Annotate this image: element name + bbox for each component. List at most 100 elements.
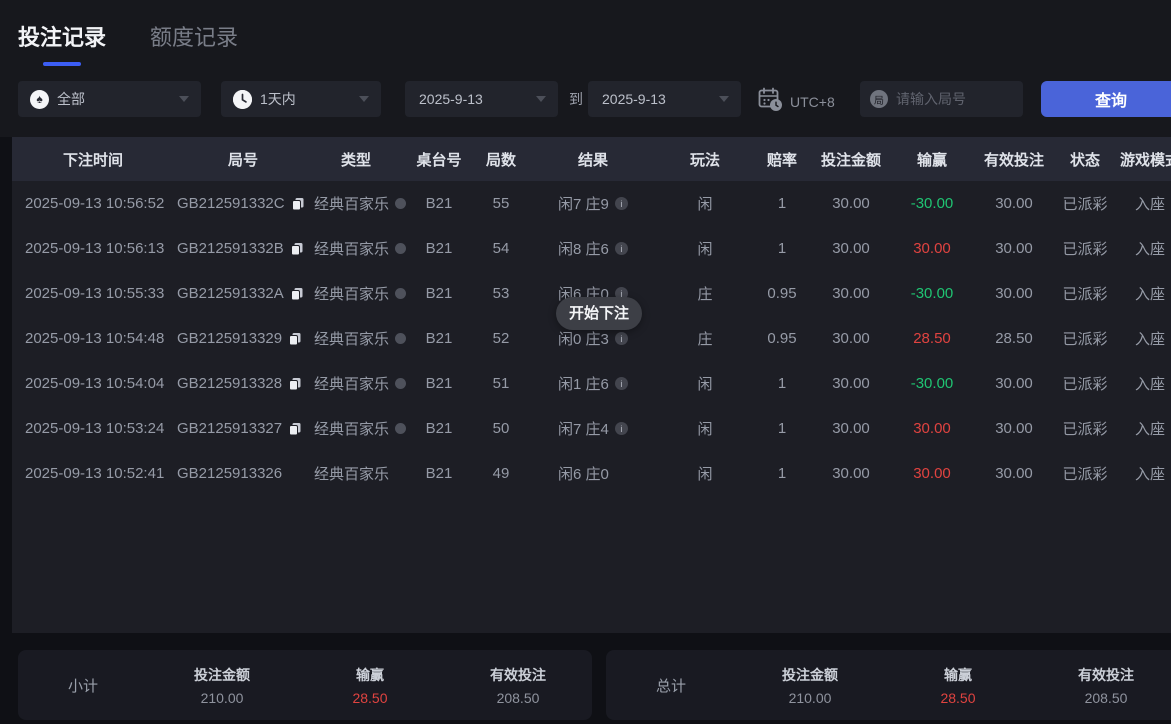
stat-title: 有效投注 bbox=[444, 665, 592, 685]
game-type-text: 经典百家乐 bbox=[314, 328, 389, 349]
summary-stat: 输赢28.50 bbox=[884, 665, 1032, 706]
round-id-cell: GB2125913327 bbox=[174, 406, 312, 451]
copy-icon[interactable] bbox=[290, 287, 304, 301]
odds-cell: 1 bbox=[748, 361, 816, 406]
summary-label: 总计 bbox=[606, 675, 736, 696]
chevron-down-icon bbox=[179, 96, 189, 102]
win-loss-cell: 28.50 bbox=[886, 316, 978, 361]
info-icon[interactable]: i bbox=[615, 197, 628, 210]
win-loss-value: 30.00 bbox=[913, 240, 951, 257]
bet-amount-cell: 30.00 bbox=[816, 361, 886, 406]
play-cell: 闲 bbox=[662, 406, 748, 451]
bet-time-cell: 2025-09-13 10:53:24 bbox=[12, 406, 174, 451]
copy-icon[interactable] bbox=[290, 242, 304, 256]
game-type-select[interactable]: ♠ 全部 bbox=[18, 81, 201, 117]
bet-time-cell: 2025-09-13 10:52:41 bbox=[12, 451, 174, 496]
game-type-cell: 经典百家乐 bbox=[312, 226, 400, 271]
round-id-text: GB2125913326 bbox=[177, 465, 282, 482]
table-header-row: 下注时间局号类型桌台号局数结果玩法赔率投注金额输赢有效投注状态游戏模式 bbox=[12, 137, 1171, 181]
result-text: 闲0 庄3 bbox=[558, 328, 609, 349]
table-no-cell: B21 bbox=[400, 361, 478, 406]
info-icon[interactable]: i bbox=[615, 422, 628, 435]
game-type-text: 经典百家乐 bbox=[314, 283, 389, 304]
chevron-down-icon bbox=[719, 96, 729, 102]
bet-time-cell: 2025-09-13 10:55:33 bbox=[12, 271, 174, 316]
date-from-picker[interactable]: 2025-9-13 bbox=[405, 81, 558, 117]
win-loss-cell: -30.00 bbox=[886, 181, 978, 226]
status-cell: 已派彩 bbox=[1050, 226, 1120, 271]
column-header: 投注金额 bbox=[816, 137, 886, 181]
result-text: 闲6 庄0 bbox=[558, 463, 609, 484]
search-button[interactable]: 查询 bbox=[1041, 81, 1171, 117]
result-cell: 闲1 庄6 i bbox=[524, 361, 662, 406]
odds-cell: 0.95 bbox=[748, 271, 816, 316]
summary-stat: 有效投注208.50 bbox=[1032, 665, 1171, 706]
win-loss-value: 28.50 bbox=[913, 330, 951, 347]
win-loss-value: -30.00 bbox=[911, 375, 954, 392]
result-text: 闲7 庄9 bbox=[558, 193, 609, 214]
column-header: 局号 bbox=[174, 137, 312, 181]
table-no-cell: B21 bbox=[400, 451, 478, 496]
round-no-cell: 49 bbox=[478, 451, 524, 496]
tab-betting-records[interactable]: 投注记录 bbox=[18, 20, 106, 62]
status-cell: 已派彩 bbox=[1050, 361, 1120, 406]
round-no-cell: 50 bbox=[478, 406, 524, 451]
column-header: 桌台号 bbox=[400, 137, 478, 181]
win-loss-value: -30.00 bbox=[911, 195, 954, 212]
round-id-cell: GB212591332C bbox=[174, 181, 312, 226]
time-range-select[interactable]: 1天内 bbox=[221, 81, 381, 117]
copy-icon[interactable] bbox=[288, 332, 302, 346]
round-number-input[interactable] bbox=[896, 91, 1011, 107]
info-icon[interactable]: i bbox=[615, 332, 628, 345]
clock-icon bbox=[233, 90, 252, 109]
table-body: 2025-09-13 10:56:52GB212591332C经典百家乐B215… bbox=[12, 181, 1171, 496]
game-mode-cell: 入座 bbox=[1120, 181, 1171, 226]
date-to-picker[interactable]: 2025-9-13 bbox=[588, 81, 741, 117]
play-cell: 闲 bbox=[662, 361, 748, 406]
play-cell: 闲 bbox=[662, 451, 748, 496]
table-row: 2025-09-13 10:54:04GB2125913328经典百家乐B215… bbox=[12, 361, 1171, 406]
start-betting-tooltip: 开始下注 bbox=[556, 297, 642, 330]
timezone-label: UTC+8 bbox=[790, 94, 835, 110]
game-mode-cell: 入座 bbox=[1120, 316, 1171, 361]
copy-icon[interactable] bbox=[288, 422, 302, 436]
table-row: 2025-09-13 10:56:13GB212591332B经典百家乐B215… bbox=[12, 226, 1171, 271]
filter-bar: ♠ 全部 1天内 2025-9-13 到 2025-9-13 bbox=[0, 81, 1171, 117]
result-cell: 闲7 庄9 i bbox=[524, 181, 662, 226]
subtotal-panel: 小计投注金额210.00输赢28.50有效投注208.50 bbox=[18, 650, 592, 720]
column-header: 类型 bbox=[312, 137, 400, 181]
round-id-text: GB2125913328 bbox=[177, 375, 282, 392]
info-icon[interactable]: i bbox=[615, 377, 628, 390]
date-to-label: 到 bbox=[564, 81, 588, 117]
copy-icon[interactable] bbox=[291, 197, 305, 211]
column-header: 结果 bbox=[524, 137, 662, 181]
summary-label: 小计 bbox=[18, 675, 148, 696]
round-id-cell: GB2125913329 bbox=[174, 316, 312, 361]
column-header: 玩法 bbox=[662, 137, 748, 181]
stat-value: 210.00 bbox=[736, 690, 884, 706]
game-type-cell: 经典百家乐 bbox=[312, 406, 400, 451]
table-row: 2025-09-13 10:53:24GB2125913327经典百家乐B215… bbox=[12, 406, 1171, 451]
play-cell: 闲 bbox=[662, 181, 748, 226]
summary-stat: 投注金额210.00 bbox=[148, 665, 296, 706]
copy-icon[interactable] bbox=[288, 377, 302, 391]
bet-time-cell: 2025-09-13 10:56:13 bbox=[12, 226, 174, 271]
game-mode-cell: 入座 bbox=[1120, 361, 1171, 406]
tab-quota-records-label: 额度记录 bbox=[150, 25, 238, 50]
stat-value: 28.50 bbox=[296, 690, 444, 706]
table-no-cell: B21 bbox=[400, 271, 478, 316]
stat-value: 208.50 bbox=[1032, 690, 1171, 706]
game-type-cell: 经典百家乐 bbox=[312, 361, 400, 406]
result-text: 闲1 庄6 bbox=[558, 373, 609, 394]
status-cell: 已派彩 bbox=[1050, 451, 1120, 496]
stat-title: 输赢 bbox=[296, 665, 444, 685]
tab-quota-records[interactable]: 额度记录 bbox=[150, 20, 238, 62]
info-icon[interactable]: i bbox=[615, 242, 628, 255]
round-number-field[interactable]: 局 bbox=[860, 81, 1023, 117]
result-cell: 闲6 庄0 bbox=[524, 451, 662, 496]
stat-value: 28.50 bbox=[884, 690, 1032, 706]
game-type-text: 经典百家乐 bbox=[314, 463, 389, 484]
stat-title: 投注金额 bbox=[736, 665, 884, 685]
game-mode-cell: 入座 bbox=[1120, 271, 1171, 316]
round-id-text: GB212591332A bbox=[177, 285, 284, 302]
